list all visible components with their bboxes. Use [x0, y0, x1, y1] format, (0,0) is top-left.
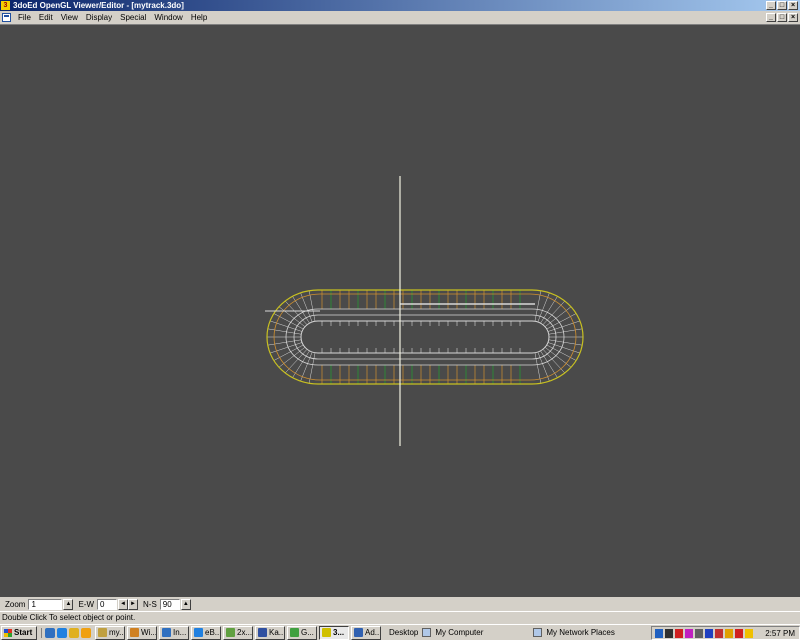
system-tray: 2:57 PM [651, 626, 800, 640]
tray-icon[interactable] [695, 628, 703, 638]
track-edge [273, 293, 577, 381]
window-title: 3doEd OpenGL Viewer/Editor - [mytrack.3d… [13, 1, 184, 10]
tray-icon[interactable] [705, 628, 713, 638]
task-label: Wi... [141, 628, 157, 637]
start-label: Start [14, 628, 33, 637]
task-icon [258, 628, 267, 637]
outlook-icon[interactable] [69, 627, 79, 638]
menu-display[interactable]: Display [82, 13, 116, 22]
menu-file[interactable]: File [14, 13, 35, 22]
ns-label: N-S [143, 599, 157, 609]
view-controls: Zoom 1 ▲ E-W 0 ◄ ► N-S 90 ▲ [0, 597, 800, 611]
ew-input[interactable]: 0 [97, 598, 118, 610]
quick-launch [41, 627, 91, 638]
desk-toolbars: Desktop My Computer My Network Places [389, 628, 619, 637]
task-buttons: my... Wi... In... eB... 2x... Ka... G... 3... Ad… [95, 625, 381, 640]
track-model[interactable] [0, 25, 800, 598]
task-icon [226, 628, 235, 637]
network-places-link[interactable]: My Network Places [546, 628, 614, 637]
menu-help[interactable]: Help [187, 13, 211, 22]
menu-window[interactable]: Window [150, 13, 186, 22]
task-icon [354, 628, 363, 637]
task-button[interactable]: my... [95, 625, 125, 640]
media-icon[interactable] [81, 627, 91, 638]
task-label: 3... [333, 628, 345, 637]
task-label: 2x... [237, 628, 253, 637]
task-button[interactable]: 3... [319, 625, 349, 640]
tray-icon[interactable] [725, 628, 733, 638]
ew-spinner-right[interactable]: ► [128, 598, 139, 610]
menu-edit[interactable]: Edit [35, 13, 57, 22]
inner-wall [300, 320, 550, 354]
zoom-spinner[interactable]: ▲ [63, 598, 74, 610]
start-button[interactable]: Start [1, 625, 37, 640]
task-icon [162, 628, 171, 637]
tray-icon[interactable] [685, 628, 693, 638]
task-label: eB... [205, 628, 221, 637]
task-button[interactable]: Ka... [255, 625, 285, 640]
title-bar: 3 3doEd OpenGL Viewer/Editor - [mytrack.… [0, 0, 800, 11]
close-button[interactable]: × [788, 1, 798, 10]
tray-icons [655, 628, 753, 638]
network-places-icon [533, 628, 543, 637]
ew-spinner[interactable]: ◄ [118, 598, 129, 610]
tray-icon[interactable] [735, 628, 743, 638]
task-icon [130, 628, 139, 637]
menu-view[interactable]: View [57, 13, 82, 22]
menu-special[interactable]: Special [116, 13, 150, 22]
ns-input[interactable]: 90 [159, 598, 180, 610]
tray-icon[interactable] [655, 628, 663, 638]
task-icon [290, 628, 299, 637]
desktop-icon[interactable] [45, 627, 55, 638]
task-label: In... [173, 628, 187, 637]
ie-icon[interactable] [57, 627, 67, 638]
taskbar: Start my... Wi... In... eB... 2x... Ka... G...… [0, 624, 800, 640]
desktop-toolbar[interactable]: Desktop [389, 628, 418, 637]
task-label: Ad... [365, 628, 381, 637]
menu-bar: File Edit View Display Special Window He… [0, 11, 800, 24]
task-button[interactable]: 2x... [223, 625, 253, 640]
tray-icon[interactable] [675, 628, 683, 638]
app-icon[interactable]: 3 [1, 1, 10, 10]
task-icon [322, 628, 331, 637]
my-computer-icon [422, 628, 432, 637]
doc-close-button[interactable]: × [788, 13, 798, 22]
task-button[interactable]: G... [287, 625, 317, 640]
opengl-viewport[interactable] [0, 24, 800, 597]
tray-icon[interactable] [745, 628, 753, 638]
clock[interactable]: 2:57 PM [765, 629, 795, 638]
doc-minimize-button[interactable]: _ [766, 13, 776, 22]
document-icon[interactable] [2, 13, 11, 22]
ew-label: E-W [78, 599, 95, 609]
windows-logo-icon [4, 628, 12, 637]
ns-spinner[interactable]: ▲ [180, 598, 191, 610]
minimize-button[interactable]: _ [766, 1, 776, 10]
tray-icon[interactable] [715, 628, 723, 638]
inner-track-line [285, 308, 565, 366]
zoom-label: Zoom [5, 599, 26, 609]
task-label: Ka... [269, 628, 285, 637]
task-button[interactable]: eB... [191, 625, 221, 640]
tray-icon[interactable] [665, 628, 673, 638]
my-computer-link[interactable]: My Computer [435, 628, 483, 637]
doc-restore-button[interactable]: □ [777, 13, 787, 22]
task-icon [194, 628, 203, 637]
task-button[interactable]: Ad... [351, 625, 381, 640]
status-bar: Double Click To select object or point. [0, 611, 800, 624]
task-button[interactable]: In... [159, 625, 189, 640]
maximize-button[interactable]: □ [777, 1, 787, 10]
inner-track-line-2 [293, 314, 557, 360]
task-label: my... [109, 628, 125, 637]
zoom-input[interactable]: 1 [28, 598, 63, 610]
task-label: G... [301, 628, 314, 637]
task-button[interactable]: Wi... [127, 625, 157, 640]
task-icon [98, 628, 107, 637]
